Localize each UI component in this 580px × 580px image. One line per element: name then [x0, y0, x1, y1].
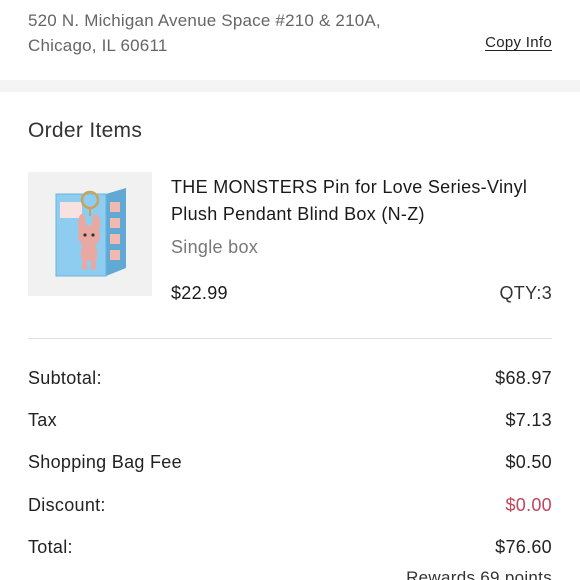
product-variant: Single box — [171, 237, 259, 257]
tax-label: Tax — [28, 410, 57, 430]
quantity-value: 3 — [541, 283, 552, 303]
discount-value: $0.00 — [505, 495, 552, 515]
store-address-line1: 520 N. Michigan Avenue Space #210 & 210A… — [28, 11, 381, 30]
rewards-points: Rewards 69 points — [406, 568, 552, 580]
store-address-line2: Chicago, IL 60611 — [28, 36, 168, 55]
product-name[interactable]: THE MONSTERS Pin for Love Series-Vinyl P… — [171, 174, 541, 228]
section-divider — [0, 80, 580, 92]
tax-row: Tax $7.13 — [28, 410, 552, 434]
total-row: Total: $76.60 — [28, 537, 552, 561]
order-details-page: 520 N. Michigan Avenue Space #210 & 210A… — [0, 0, 580, 580]
product-thumbnail[interactable] — [28, 172, 152, 296]
copy-info-link[interactable]: Copy Info — [485, 34, 552, 51]
blind-box-product-image — [28, 172, 152, 296]
store-address: 520 N. Michigan Avenue Space #210 & 210A… — [28, 8, 381, 58]
bag-fee-value: $0.50 — [505, 452, 552, 472]
subtotal-label: Subtotal: — [28, 368, 102, 388]
items-divider — [28, 338, 552, 339]
total-value: $76.60 — [495, 537, 552, 557]
subtotal-value: $68.97 — [495, 368, 552, 388]
bag-fee-row: Shopping Bag Fee $0.50 — [28, 452, 552, 476]
order-items-title: Order Items — [28, 119, 143, 142]
quantity-label: QTY: — [499, 283, 542, 303]
subtotal-row: Subtotal: $68.97 — [28, 368, 552, 392]
bag-fee-label: Shopping Bag Fee — [28, 452, 182, 472]
tax-value: $7.13 — [505, 410, 552, 430]
total-label: Total: — [28, 537, 73, 557]
discount-row: Discount: $0.00 — [28, 495, 552, 519]
product-price: $22.99 — [171, 283, 228, 303]
discount-label: Discount: — [28, 495, 106, 515]
product-quantity: QTY:3 — [499, 283, 552, 304]
